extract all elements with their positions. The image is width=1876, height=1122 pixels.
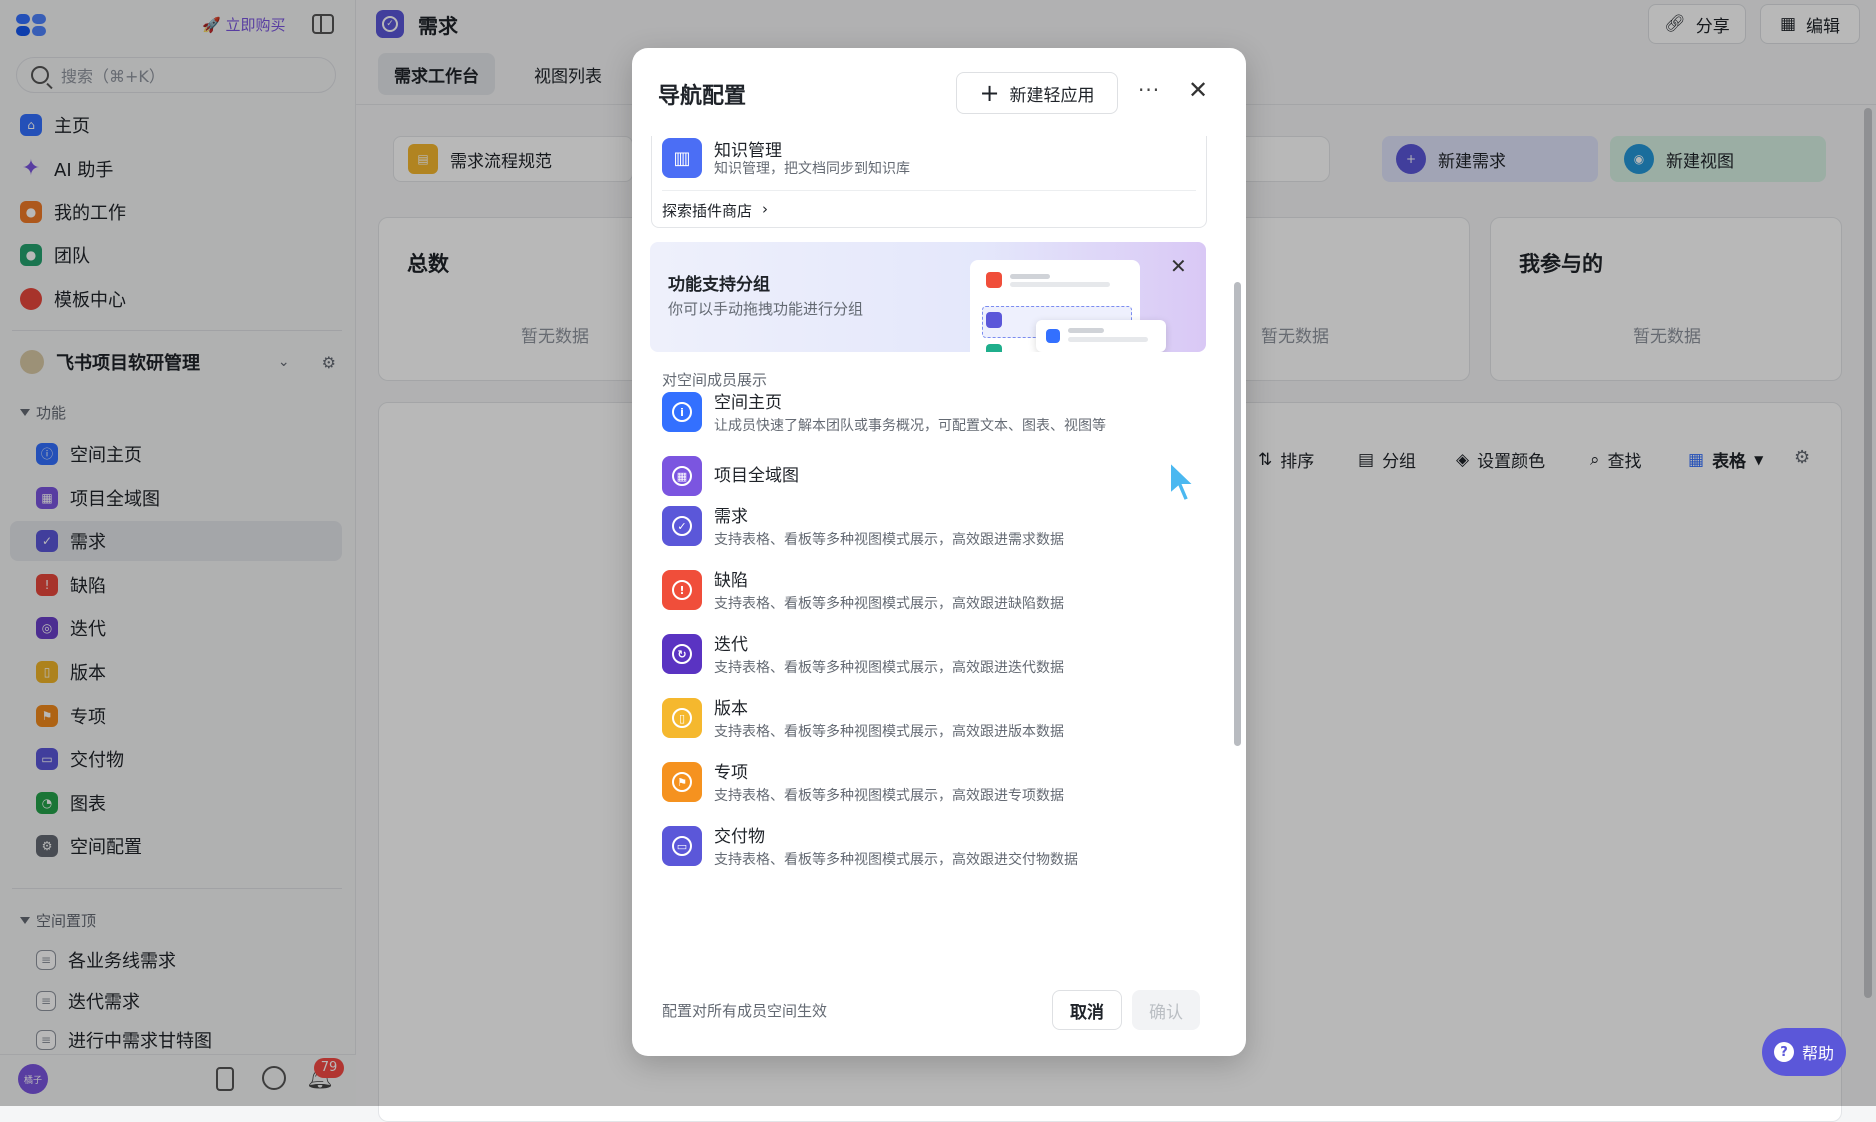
explore-label: 探索插件商店 [662, 202, 753, 220]
item-icon: i [662, 392, 702, 432]
item-desc: 支持表格、看板等多种视图模式展示，高效跟进需求数据 [714, 532, 1064, 548]
item-icon: ⚑ [662, 762, 702, 802]
item-desc: 支持表格、看板等多种视图模式展示，高效跟进缺陷数据 [714, 596, 1064, 612]
close-icon[interactable]: ✕ [1188, 76, 1208, 104]
item-desc: 支持表格、看板等多种视图模式展示，高效跟进交付物数据 [714, 852, 1078, 868]
confirm-button[interactable]: 确认 [1132, 990, 1200, 1030]
item-title: 需求 [714, 507, 748, 527]
banner-desc: 你可以手动拖拽功能进行分组 [668, 300, 864, 318]
item-title: 迭代 [714, 635, 748, 655]
chevron-right-icon: › [762, 200, 769, 218]
item-desc: 支持表格、看板等多种视图模式展示，高效跟进迭代数据 [714, 660, 1064, 676]
help-button[interactable]: ? 帮助 [1762, 1028, 1846, 1076]
dialog-scroll-area: ▥ 知识管理 知识管理，把文档同步到知识库 探索插件商店 › 功能支持分组 你可以… [632, 136, 1246, 998]
explore-plugin-store-link[interactable]: 探索插件商店 › [662, 200, 768, 221]
section-label: 对空间成员展示 [662, 371, 768, 389]
footer-note: 配置对所有成员空间生效 [662, 1002, 828, 1020]
item-title: 专项 [714, 763, 748, 783]
cancel-label: 取消 [1070, 1002, 1104, 1023]
dialog-title: 导航配置 [658, 84, 747, 109]
item-icon: ▭ [662, 826, 702, 866]
item-icon: ✓ [662, 506, 702, 546]
nav-config-item[interactable]: ▯ 版本支持表格、看板等多种视图模式展示，高效跟进版本数据 [662, 698, 1222, 742]
nav-config-item[interactable]: ! 缺陷支持表格、看板等多种视图模式展示，高效跟进缺陷数据 [662, 570, 1222, 614]
new-app-label: 新建轻应用 [1009, 85, 1095, 106]
help-label: 帮助 [1801, 1044, 1834, 1063]
item-title: 版本 [714, 699, 748, 719]
item-icon: ▯ [662, 698, 702, 738]
nav-config-item[interactable]: ▦ 项目全域图 [662, 456, 1222, 496]
nav-config-item[interactable]: ✓ 需求支持表格、看板等多种视图模式展示，高效跟进需求数据 [662, 506, 1222, 550]
dialog-scrollbar[interactable] [1234, 282, 1241, 746]
question-icon: ? [1773, 1042, 1794, 1062]
new-light-app-button[interactable]: + 新建轻应用 [956, 72, 1118, 114]
item-title: 空间主页 [714, 393, 782, 413]
mouse-cursor-icon [1169, 460, 1196, 503]
plus-icon: + [979, 79, 1000, 107]
item-desc: 支持表格、看板等多种视图模式展示，高效跟进版本数据 [714, 724, 1064, 740]
confirm-label: 确认 [1149, 1002, 1183, 1023]
nav-config-item[interactable]: ⚑ 专项支持表格、看板等多种视图模式展示，高效跟进专项数据 [662, 762, 1222, 806]
knowledge-desc: 知识管理，把文档同步到知识库 [714, 161, 910, 177]
item-title: 缺陷 [714, 571, 748, 591]
item-icon: ! [662, 570, 702, 610]
navigation-config-dialog: 导航配置 + 新建轻应用 ··· ✕ ▥ 知识管理 知识管理，把文档同步到知识库… [632, 48, 1246, 1056]
more-icon[interactable]: ··· [1138, 78, 1160, 102]
item-desc: 让成员快速了解本团队或事务概况，可配置文本、图表、视图等 [714, 418, 1106, 434]
nav-config-item[interactable]: ↻ 迭代支持表格、看板等多种视图模式展示，高效跟进迭代数据 [662, 634, 1222, 678]
grouping-banner: 功能支持分组 你可以手动拖拽功能进行分组 ✕ [650, 242, 1206, 352]
nav-config-item[interactable]: i 空间主页让成员快速了解本团队或事务概况，可配置文本、图表、视图等 [662, 392, 1222, 436]
item-icon: ↻ [662, 634, 702, 674]
item-icon: ▦ [662, 456, 702, 496]
cancel-button[interactable]: 取消 [1052, 990, 1122, 1030]
item-desc: 支持表格、看板等多种视图模式展示，高效跟进专项数据 [714, 788, 1064, 804]
banner-close-icon[interactable]: ✕ [1170, 254, 1187, 278]
item-title: 项目全域图 [714, 466, 799, 486]
knowledge-icon: ▥ [662, 138, 702, 178]
banner-title: 功能支持分组 [668, 275, 770, 295]
item-title: 交付物 [714, 827, 765, 847]
nav-config-item[interactable]: ▭ 交付物支持表格、看板等多种视图模式展示，高效跟进交付物数据 [662, 826, 1222, 870]
